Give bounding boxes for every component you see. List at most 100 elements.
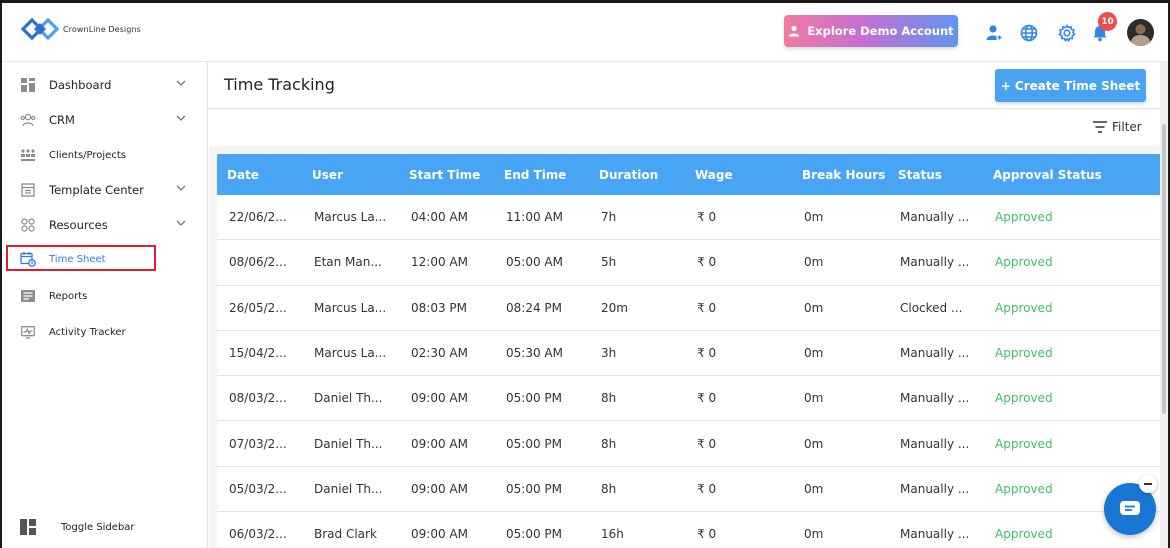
column-header-start-time[interactable]: Start Time bbox=[399, 168, 494, 182]
sidebar-item-dashboard[interactable]: Dashboard bbox=[20, 73, 186, 97]
column-header-end-time[interactable]: End Time bbox=[494, 168, 589, 182]
create-time-sheet-button[interactable]: + Create Time Sheet bbox=[995, 69, 1146, 102]
chevron-down-icon[interactable] bbox=[175, 182, 187, 197]
sidebar-item-label: Template Center bbox=[49, 183, 144, 197]
brand-logo[interactable]: CrownLine Designs bbox=[20, 13, 141, 45]
filter-label: Filter bbox=[1112, 120, 1142, 134]
cell-break-hours: 0m bbox=[804, 436, 824, 451]
page-title: Time Tracking bbox=[224, 75, 335, 94]
cell-date: 08/03/2... bbox=[229, 391, 287, 406]
cell-status: Manually ... bbox=[900, 481, 970, 496]
sidebar-item-reports[interactable]: Reports bbox=[20, 284, 87, 308]
sidebar-item-activity-tracker[interactable]: Activity Tracker bbox=[20, 320, 126, 344]
sidebar-item-label: Activity Tracker bbox=[49, 326, 126, 338]
sidebar-item-time-sheet[interactable]: Time Sheet bbox=[20, 247, 106, 271]
cell-break-hours: 0m bbox=[804, 481, 824, 496]
filter-button[interactable]: Filter bbox=[1093, 120, 1142, 134]
cell-wage: ₹ 0 bbox=[697, 210, 717, 225]
table-row[interactable]: 15/04/2... Marcus La... 02:30 AM 05:30 AM 3h… bbox=[217, 330, 1161, 377]
sidebar-item-label: CRM bbox=[49, 113, 75, 127]
chat-minimize-button[interactable] bbox=[1139, 475, 1157, 493]
column-header-wage[interactable]: Wage bbox=[685, 168, 792, 182]
table-row[interactable]: 08/03/2... Daniel Th... 09:00 AM 05:00 PM 8h… bbox=[217, 376, 1161, 422]
cell-start-time: 02:30 AM bbox=[411, 346, 468, 361]
cell-user: Daniel Th... bbox=[314, 481, 383, 496]
cell-user: Etan Man... bbox=[314, 255, 382, 270]
cell-user: Marcus La... bbox=[314, 210, 387, 225]
gear-icon[interactable] bbox=[1057, 23, 1077, 43]
cell-status: Clocked ... bbox=[900, 300, 963, 315]
filter-icon bbox=[1093, 121, 1107, 133]
column-header-status[interactable]: Status bbox=[888, 168, 983, 182]
table-row[interactable]: 08/06/2... Etan Man... 12:00 AM 05:00 AM 5h ₹… bbox=[217, 240, 1161, 286]
toggle-sidebar-button[interactable]: Toggle Sidebar bbox=[20, 515, 135, 539]
cell-approval-status: Approved bbox=[995, 346, 1053, 361]
cell-end-time: 05:00 PM bbox=[506, 436, 562, 451]
chevron-down-icon[interactable] bbox=[175, 112, 187, 127]
reports-icon bbox=[20, 288, 36, 304]
table-row[interactable]: 07/03/2... Daniel Th... 09:00 AM 05:00 PM 8h… bbox=[217, 421, 1161, 467]
cell-approval-status: Approved bbox=[995, 210, 1053, 225]
cell-status: Manually ... bbox=[900, 346, 970, 361]
sidebar-item-label: Reports bbox=[49, 290, 88, 302]
sidebar: Dashboard CRM Clients/Projects Template … bbox=[2, 62, 208, 548]
explore-demo-button[interactable]: Explore Demo Account bbox=[784, 15, 958, 47]
sidebar-item-label: Resources bbox=[49, 218, 108, 232]
table-row[interactable]: 06/03/2... Brad Clark 09:00 AM 05:00 PM 16h ₹… bbox=[217, 512, 1161, 548]
cell-end-time: 05:30 AM bbox=[506, 346, 563, 361]
table-row[interactable]: 05/03/2... Daniel Th... 09:00 AM 05:00 PM 8h… bbox=[217, 466, 1161, 513]
user-add-icon[interactable] bbox=[984, 23, 1004, 43]
table-body: 22/06/2... Marcus La... 04:00 AM 11:00 AM 7h… bbox=[217, 195, 1161, 548]
cell-date: 15/04/2... bbox=[229, 346, 287, 361]
cell-status: Manually ... bbox=[900, 527, 970, 542]
main-content: Time Tracking + Create Time Sheet Filter… bbox=[209, 62, 1168, 548]
cell-start-time: 09:00 AM bbox=[411, 527, 468, 542]
globe-icon[interactable] bbox=[1019, 23, 1039, 43]
cell-duration: 7h bbox=[601, 210, 617, 225]
column-header-user[interactable]: User bbox=[302, 168, 399, 182]
crm-icon bbox=[20, 112, 36, 128]
cell-date: 08/06/2... bbox=[229, 255, 287, 270]
cell-break-hours: 0m bbox=[804, 346, 824, 361]
scrollbar-thumb[interactable] bbox=[1162, 124, 1166, 414]
cell-end-time: 11:00 AM bbox=[506, 210, 563, 225]
logo-icon bbox=[20, 17, 60, 41]
cell-duration: 16h bbox=[601, 527, 624, 542]
dashboard-icon bbox=[20, 77, 36, 93]
column-header-break-hours[interactable]: Break Hours bbox=[792, 168, 888, 182]
cell-duration: 5h bbox=[601, 255, 617, 270]
cell-user: Daniel Th... bbox=[314, 436, 383, 451]
cell-date: 26/05/2... bbox=[229, 300, 287, 315]
cell-status: Manually ... bbox=[900, 436, 970, 451]
avatar[interactable] bbox=[1127, 19, 1154, 46]
cell-break-hours: 0m bbox=[804, 210, 824, 225]
cell-status: Manually ... bbox=[900, 255, 970, 270]
cell-start-time: 04:00 AM bbox=[411, 210, 468, 225]
cell-duration: 20m bbox=[601, 300, 628, 315]
sidebar-item-resources[interactable]: Resources bbox=[20, 213, 186, 237]
cell-date: 05/03/2... bbox=[229, 481, 287, 496]
cell-end-time: 05:00 PM bbox=[506, 527, 562, 542]
chevron-down-icon[interactable] bbox=[175, 77, 187, 92]
cell-user: Brad Clark bbox=[314, 527, 377, 542]
sidebar-item-label: Time Sheet bbox=[49, 253, 106, 265]
chevron-down-icon[interactable] bbox=[175, 217, 187, 232]
table-row[interactable]: 26/05/2... Marcus La... 08:03 PM 08:24 PM 20… bbox=[217, 285, 1161, 331]
sidebar-item-crm[interactable]: CRM bbox=[20, 108, 186, 132]
time-sheet-table: Date User Start Time End Time Duration W… bbox=[217, 154, 1161, 548]
cell-start-time: 09:00 AM bbox=[411, 391, 468, 406]
table-row[interactable]: 22/06/2... Marcus La... 04:00 AM 11:00 AM 7h… bbox=[217, 195, 1161, 241]
cell-duration: 8h bbox=[601, 391, 617, 406]
column-header-date[interactable]: Date bbox=[217, 168, 302, 182]
sidebar-item-template-center[interactable]: Template Center bbox=[20, 178, 186, 202]
cell-wage: ₹ 0 bbox=[697, 436, 717, 451]
template-icon bbox=[20, 182, 36, 198]
cell-status: Manually ... bbox=[900, 391, 970, 406]
column-header-duration[interactable]: Duration bbox=[589, 168, 685, 182]
cell-duration: 8h bbox=[601, 481, 617, 496]
cell-wage: ₹ 0 bbox=[697, 391, 717, 406]
cell-user: Daniel Th... bbox=[314, 391, 383, 406]
sidebar-item-label: Clients/Projects bbox=[49, 149, 126, 161]
column-header-approval-status[interactable]: Approval Status bbox=[983, 168, 1133, 182]
sidebar-item-clients-projects[interactable]: Clients/Projects bbox=[20, 143, 126, 167]
